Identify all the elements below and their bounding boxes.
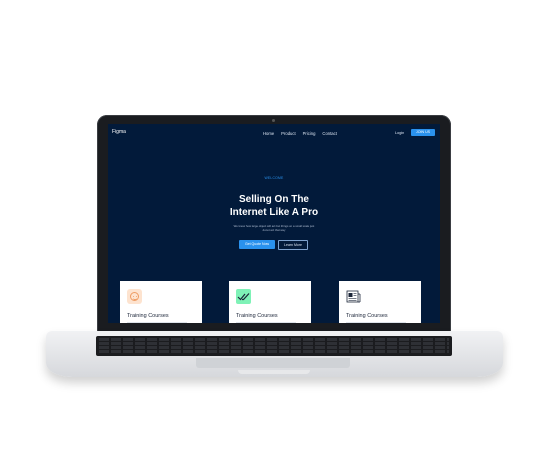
webcam-icon (272, 119, 275, 122)
card-text-placeholder (127, 322, 187, 323)
nav-links: Home Product Pricing Contact (263, 131, 337, 136)
login-link[interactable]: Login (395, 131, 404, 135)
nav-link-pricing[interactable]: Pricing (303, 131, 316, 136)
join-us-button[interactable]: JOIN US (411, 129, 435, 136)
feature-card[interactable]: Training Courses (339, 281, 421, 323)
laptop-trackpad (196, 358, 350, 368)
card-title: Training Courses (127, 313, 169, 319)
site-navbar: Figma Home Product Pricing Contact Login… (108, 124, 440, 144)
hero-title-line-2: Internet Like A Pro (229, 206, 319, 218)
laptop-keyboard (96, 336, 452, 356)
laptop-screen: Figma Home Product Pricing Contact Login… (108, 124, 440, 323)
nav-link-contact[interactable]: Contact (322, 131, 336, 136)
card-text-placeholder (236, 322, 296, 323)
smile-icon (127, 289, 142, 304)
feature-card[interactable]: Training Courses (229, 281, 311, 323)
nav-link-product[interactable]: Product (281, 131, 295, 136)
card-title: Training Courses (236, 313, 278, 319)
double-check-icon (236, 289, 251, 304)
card-title: Training Courses (346, 313, 388, 319)
feature-card[interactable]: Training Courses (120, 281, 202, 323)
learn-more-button[interactable]: Learn More (278, 240, 308, 250)
newspaper-icon (346, 289, 361, 304)
hero-eyebrow: WELCOME (264, 176, 284, 180)
brand-logo[interactable]: Figma (112, 129, 126, 135)
get-quote-button[interactable]: Get Quote Now (239, 240, 275, 249)
hero-title-line-1: Selling On The (238, 194, 309, 205)
hero-subtitle: We know how large object will act but th… (233, 224, 315, 232)
laptop-base-notch (238, 370, 310, 374)
nav-link-home[interactable]: Home (263, 131, 274, 136)
hero-title: Selling On The Internet Like A Pro (108, 194, 440, 219)
card-text-placeholder (346, 322, 406, 323)
